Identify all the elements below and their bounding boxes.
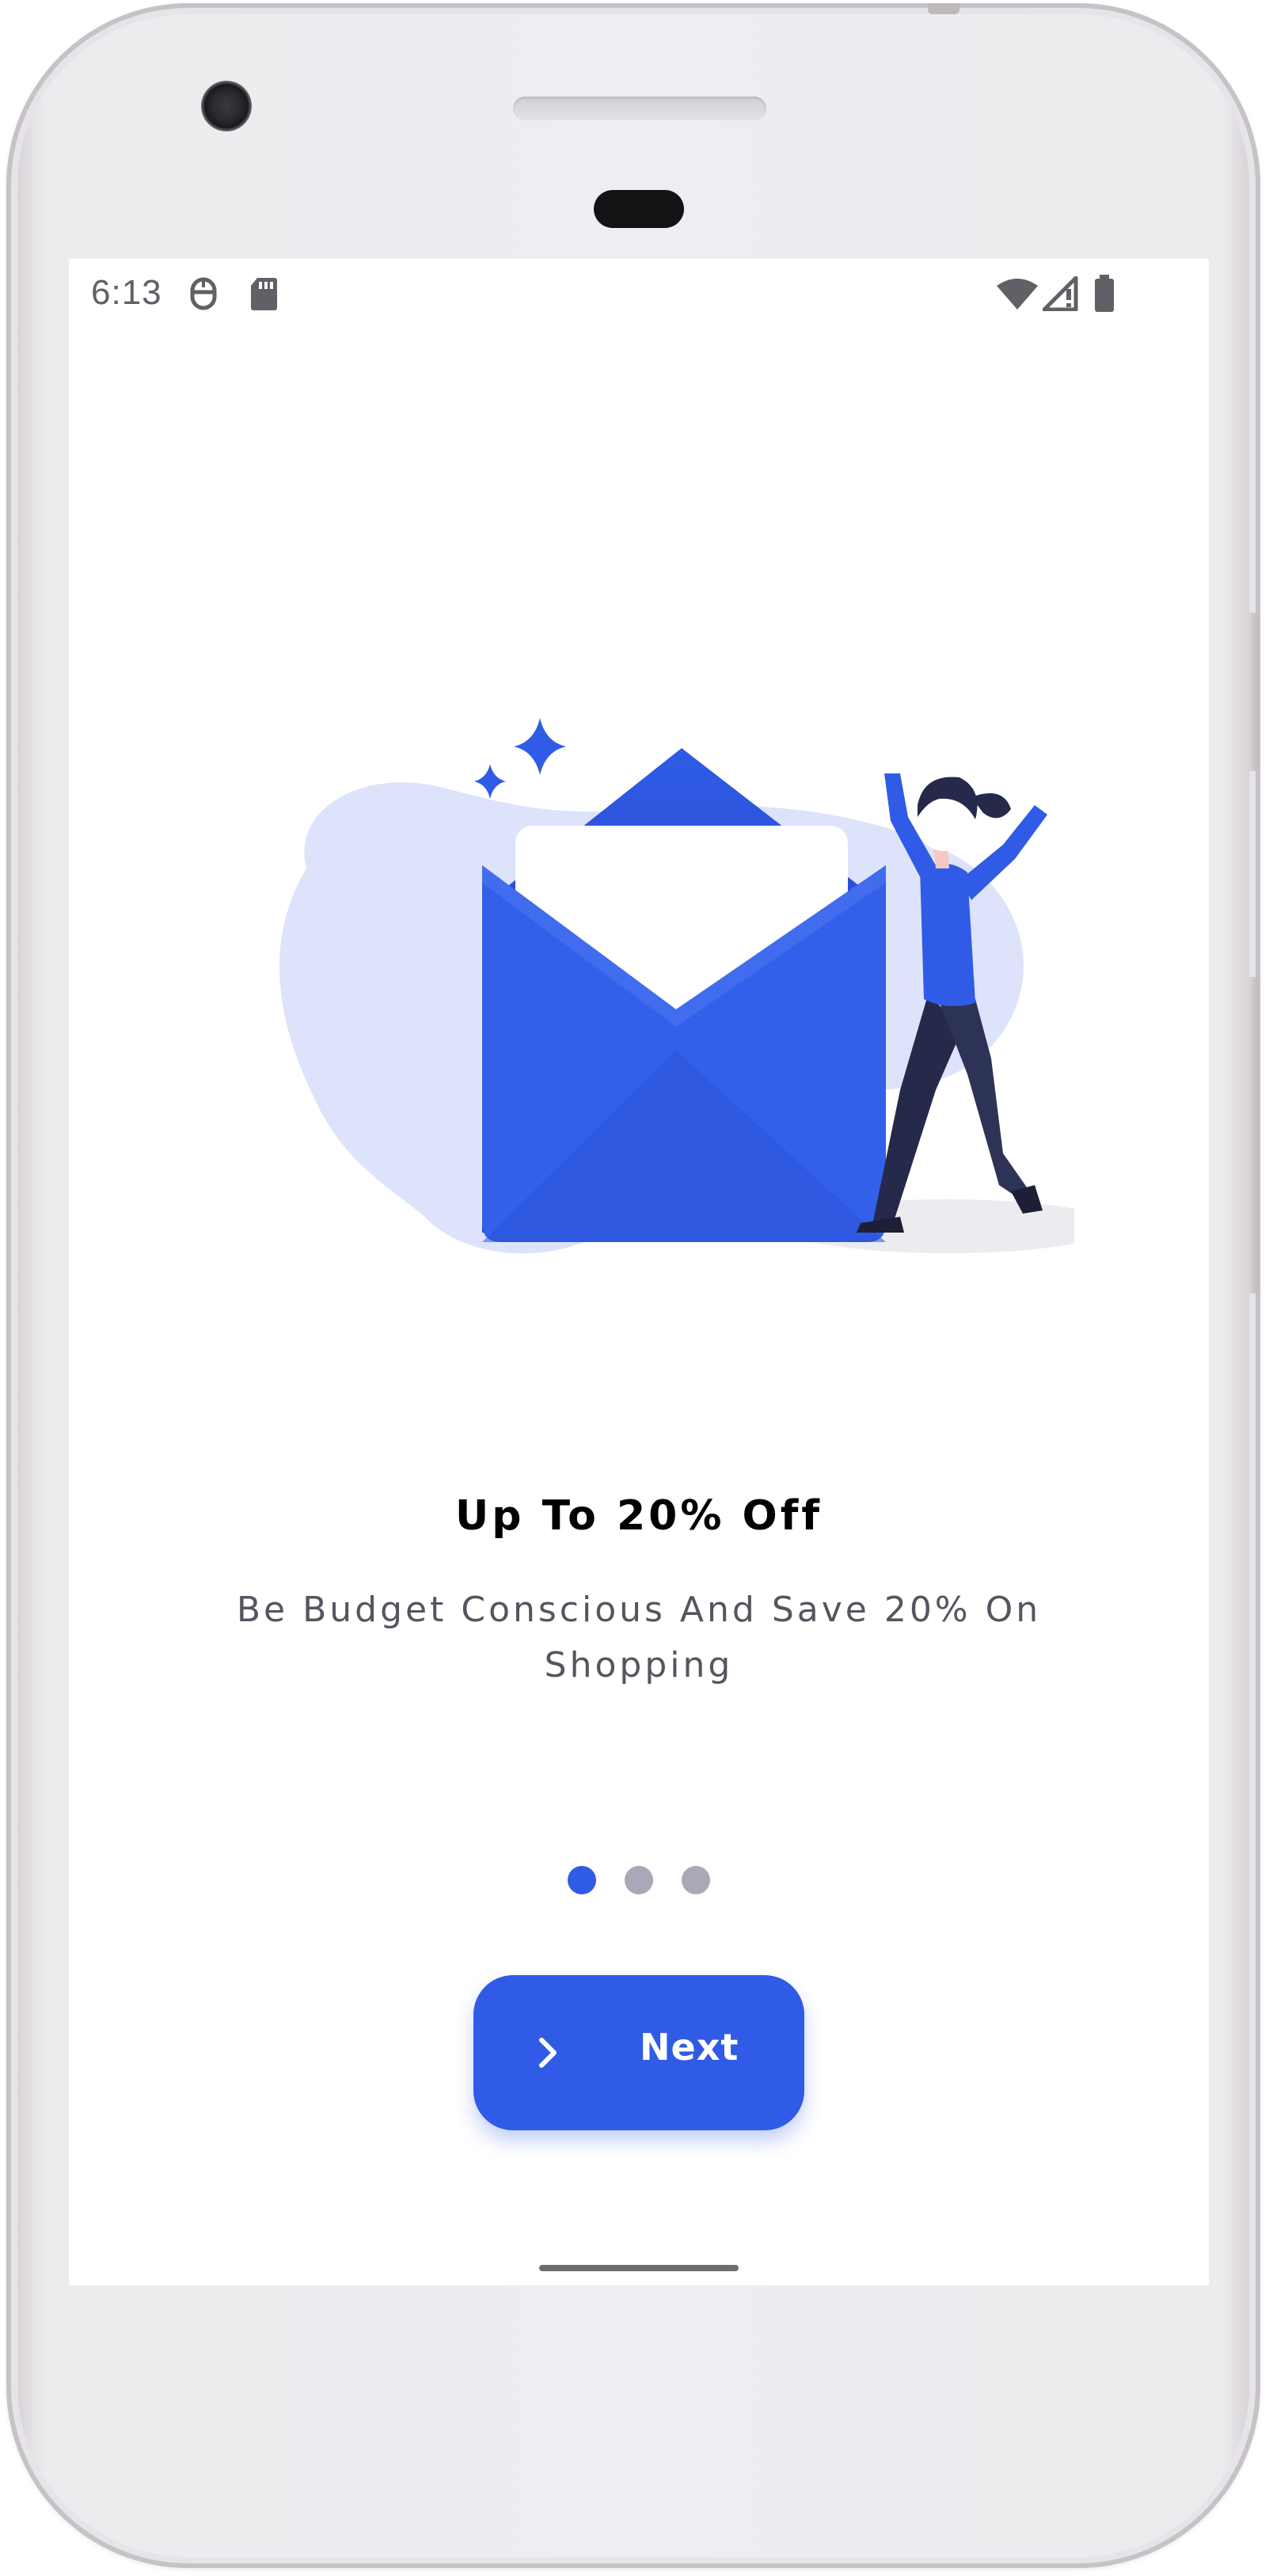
next-button-label: Next — [640, 2026, 739, 2069]
earpiece-speaker — [513, 97, 766, 120]
status-bar: 6:13 — [69, 259, 1209, 325]
phone-shell: 6:13 Up To 20% Off Be Budget Conscious A… — [6, 3, 1260, 2568]
device-frame: 6:13 Up To 20% Off Be Budget Conscious A… — [0, 0, 1273, 2576]
wifi-icon — [997, 279, 1038, 310]
signal-icon — [1043, 276, 1078, 311]
page-dot-2[interactable] — [625, 1866, 653, 1894]
onboarding-title: Up To 20% Off — [455, 1492, 823, 1540]
status-time: 6:13 — [91, 273, 162, 312]
power-button — [1249, 977, 1259, 1294]
page-dot-3[interactable] — [682, 1866, 710, 1894]
top-edge-nub — [928, 3, 960, 14]
battery-icon — [1095, 275, 1114, 312]
page-dot-1[interactable] — [568, 1866, 596, 1894]
home-indicator[interactable] — [539, 2265, 739, 2271]
proximity-sensor — [594, 190, 684, 228]
app-notification-icon — [190, 277, 217, 310]
chevron-right-icon — [539, 2038, 557, 2068]
onboarding-subtitle: Be Budget Conscious And Save 20% On Shop… — [236, 1590, 1042, 1685]
sparkle-large — [514, 718, 566, 775]
envelope-celebration-illustration — [279, 718, 1074, 1254]
volume-button — [1249, 613, 1259, 771]
sd-card-icon — [251, 278, 277, 310]
front-camera — [201, 81, 252, 131]
next-button[interactable]: Next — [473, 1975, 804, 2130]
app-screen: 6:13 Up To 20% Off Be Budget Conscious A… — [69, 259, 1209, 2285]
page-indicator — [69, 1866, 1209, 1894]
sparkle-small — [474, 764, 506, 799]
